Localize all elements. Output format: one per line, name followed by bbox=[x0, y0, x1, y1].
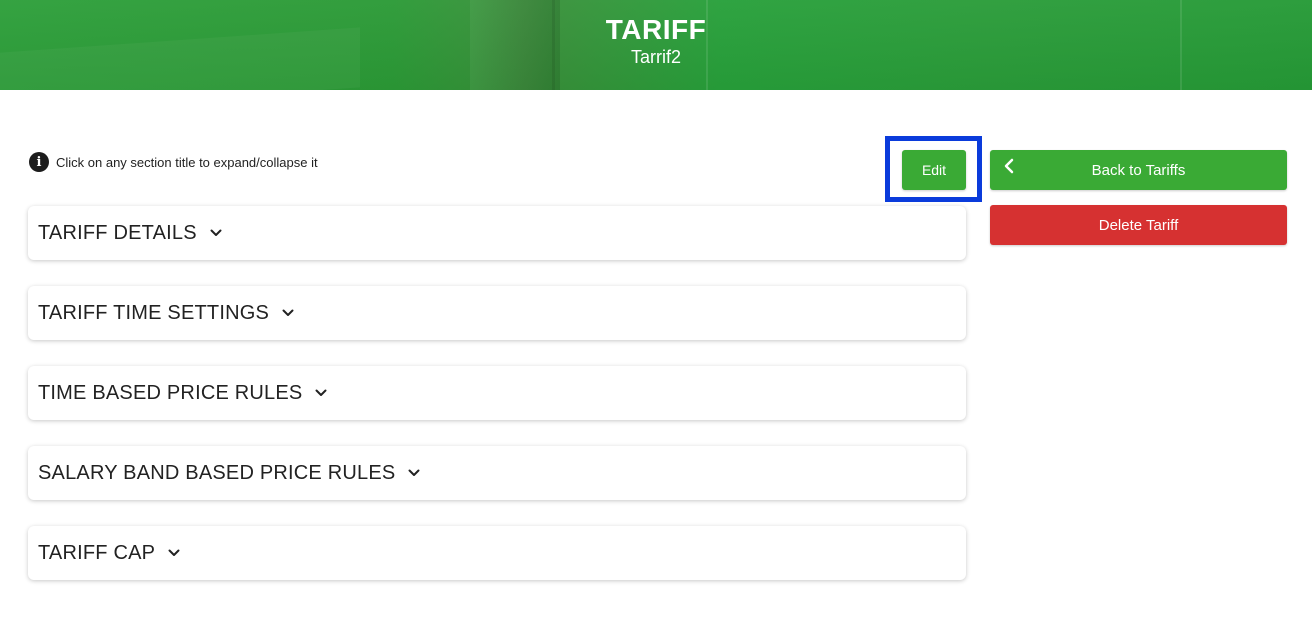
chevron-down-icon bbox=[407, 466, 421, 480]
hint: i Click on any section title to expand/c… bbox=[29, 152, 318, 172]
edit-button[interactable]: Edit bbox=[902, 150, 966, 190]
section-title: TARIFF CAP bbox=[38, 541, 156, 564]
chevron-left-icon bbox=[1004, 158, 1014, 179]
back-to-tariffs-label: Back to Tariffs bbox=[1091, 161, 1186, 179]
section-title: TIME BASED PRICE RULES bbox=[38, 381, 303, 404]
section-tariff-time-settings[interactable]: TARIFF TIME SETTINGS bbox=[28, 286, 966, 340]
delete-tariff-button[interactable]: Delete Tariff bbox=[990, 205, 1287, 245]
section-title: TARIFF TIME SETTINGS bbox=[38, 301, 270, 324]
chevron-down-icon bbox=[314, 386, 328, 400]
section-title: SALARY BAND BASED PRICE RULES bbox=[38, 461, 396, 484]
page-title: TARIFF bbox=[605, 14, 707, 45]
chevron-down-icon bbox=[167, 546, 181, 560]
page-subtitle: Tarrif2 bbox=[630, 47, 681, 67]
page-banner: TARIFF Tarrif2 bbox=[0, 0, 1312, 90]
section-time-based-price-rules[interactable]: TIME BASED PRICE RULES bbox=[28, 366, 966, 420]
chevron-down-icon bbox=[209, 226, 223, 240]
hint-text: Click on any section title to expand/col… bbox=[56, 154, 318, 170]
back-to-tariffs-button[interactable]: Back to Tariffs bbox=[990, 150, 1287, 190]
chevron-down-icon bbox=[281, 306, 295, 320]
section-tariff-cap[interactable]: TARIFF CAP bbox=[28, 526, 966, 580]
section-salary-band-price-rules[interactable]: SALARY BAND BASED PRICE RULES bbox=[28, 446, 966, 500]
section-tariff-details[interactable]: TARIFF DETAILS bbox=[28, 206, 966, 260]
section-title: TARIFF DETAILS bbox=[38, 221, 197, 244]
delete-tariff-label: Delete Tariff bbox=[1098, 216, 1179, 234]
info-icon: i bbox=[29, 152, 49, 172]
